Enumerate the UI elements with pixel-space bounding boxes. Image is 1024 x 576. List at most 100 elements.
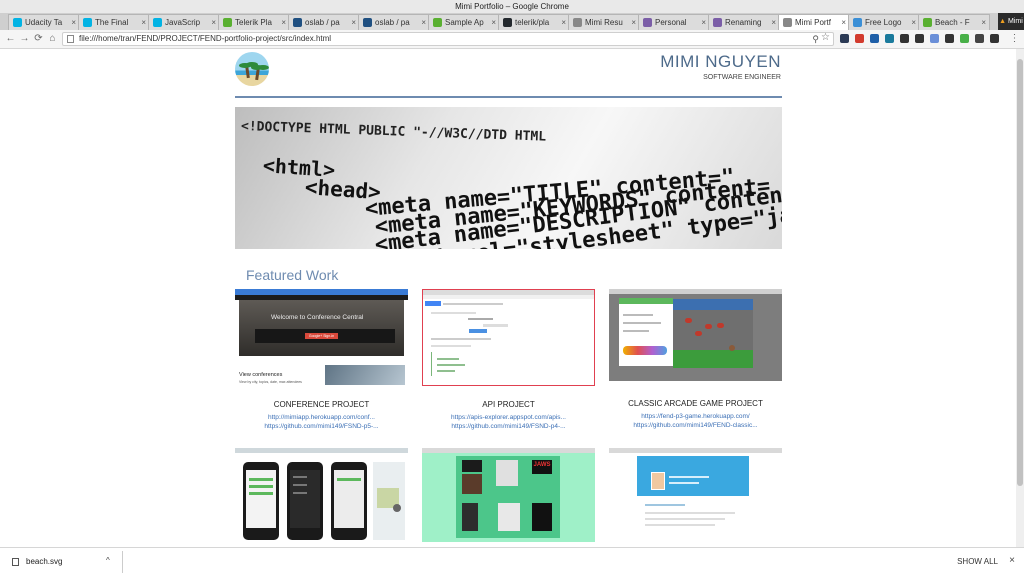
browser-tab[interactable]: Beach - F × <box>918 14 990 30</box>
project-github-link[interactable]: https://github.com/mimi149/FEND-classic.… <box>609 422 782 429</box>
extension-icon[interactable] <box>870 34 879 43</box>
tab-close-icon[interactable]: × <box>491 15 496 30</box>
project-thumbnail[interactable] <box>235 448 408 546</box>
profile-button[interactable]: ▲ Mimi <box>998 13 1024 30</box>
project-demo-link[interactable]: https://fend-p3-game.herokuapp.com/ <box>609 413 782 420</box>
tab-strip: Udacity Ta × The Final × JavaScrip × Telerik P… <box>0 13 1024 30</box>
page-title-name: MIMI NGUYEN <box>660 52 781 71</box>
extension-icon[interactable] <box>990 34 999 43</box>
beach-logo <box>235 52 269 86</box>
tab-favicon-icon <box>643 18 652 27</box>
tab-close-icon[interactable]: × <box>911 15 916 30</box>
tab-label: Sample Ap <box>445 18 484 27</box>
tab-label: Udacity Ta <box>25 18 63 27</box>
address-bar[interactable]: file:///home/tran/FEND/PROJECT/FEND-port… <box>62 32 834 46</box>
project-thumbnail[interactable]: Welcome to Conference Central Google+ Si… <box>235 289 408 385</box>
project-thumbnail[interactable] <box>422 289 595 386</box>
zoom-icon[interactable]: ⚲ <box>812 33 819 45</box>
tab-favicon-icon <box>13 18 22 27</box>
thumbnail-caption: View conferences <box>239 372 283 378</box>
tab-close-icon[interactable]: × <box>351 15 356 30</box>
tab-label: Beach - F <box>935 18 970 27</box>
forward-icon[interactable]: → <box>18 32 31 45</box>
project-demo-link[interactable]: http://mimiapp.herokuapp.com/conf... <box>235 414 408 421</box>
bookmark-star-icon[interactable]: ☆ <box>821 32 830 44</box>
tab-favicon-icon <box>573 18 582 27</box>
extension-icon[interactable] <box>855 34 864 43</box>
browser-tab[interactable]: Free Logo × <box>848 14 920 30</box>
project-thumbnail[interactable] <box>609 289 782 381</box>
tab-favicon-icon <box>503 18 512 27</box>
tab-close-icon[interactable]: × <box>561 15 566 30</box>
browser-tab[interactable]: Renaming × <box>708 14 780 30</box>
tab-favicon-icon <box>153 18 162 27</box>
tab-close-icon[interactable]: × <box>771 15 776 30</box>
tab-close-icon[interactable]: × <box>701 15 706 30</box>
project-github-link[interactable]: https://github.com/mimi149/FSND-p5-... <box>235 423 408 430</box>
tab-close-icon[interactable]: × <box>631 15 636 30</box>
browser-tab[interactable]: telerik/pla × <box>498 14 570 30</box>
browser-tab[interactable]: Mimi Resu × <box>568 14 640 30</box>
project-thumbnail[interactable]: JAWS <box>422 448 595 542</box>
chevron-up-icon[interactable]: ^ <box>106 556 110 565</box>
download-filename[interactable]: beach.svg <box>26 557 62 566</box>
project-github-link[interactable]: https://github.com/mimi149/FSND-p4-... <box>422 423 595 430</box>
extension-icon[interactable] <box>915 34 924 43</box>
page-scrollbar[interactable] <box>1016 49 1024 547</box>
scrollbar-thumb[interactable] <box>1017 59 1023 486</box>
tab-label: Renaming <box>725 18 762 27</box>
tab-close-icon[interactable]: × <box>211 15 216 30</box>
window-title: Mimi Portfolio – Google Chrome <box>0 0 1024 13</box>
tab-favicon-icon <box>713 18 722 27</box>
menu-icon[interactable]: ⋮ <box>1008 32 1021 45</box>
project-title: CONFERENCE PROJECT <box>273 400 370 409</box>
close-icon[interactable]: × <box>1009 555 1015 566</box>
browser-tab[interactable]: oslab / pa × <box>288 14 360 30</box>
browser-tab[interactable]: JavaScrip × <box>148 14 220 30</box>
extension-icon[interactable] <box>840 34 849 43</box>
home-icon[interactable]: ⌂ <box>46 32 59 45</box>
page-subtitle-role: SOFTWARE ENGINEER <box>703 74 781 81</box>
file-icon <box>67 35 74 43</box>
tab-favicon-icon <box>83 18 92 27</box>
project-demo-link[interactable]: https://apis-explorer.appspot.com/apis..… <box>422 414 595 421</box>
hero-code-line: <!DOCTYPE HTML PUBLIC "-//W3C//DTD HTML <box>240 119 547 145</box>
extension-icon[interactable] <box>930 34 939 43</box>
url-text: file:///home/tran/FEND/PROJECT/FEND-port… <box>79 34 332 43</box>
tab-label: Mimi Resu <box>585 18 623 27</box>
profile-label: Mimi <box>1008 18 1023 25</box>
show-all-button[interactable]: SHOW ALL <box>957 557 998 566</box>
tab-close-icon[interactable]: × <box>71 15 76 30</box>
tab-favicon-icon <box>853 18 862 27</box>
tab-label: Telerik Pla <box>235 18 272 27</box>
tab-label: Personal <box>655 18 687 27</box>
extension-icon[interactable] <box>975 34 984 43</box>
reload-icon[interactable]: ⟳ <box>32 32 45 45</box>
tab-close-icon[interactable]: × <box>141 15 146 30</box>
google-signin-button[interactable]: Google+ Sign-in <box>305 333 338 339</box>
project-thumbnail[interactable] <box>609 448 782 544</box>
tab-close-icon[interactable]: × <box>281 15 286 30</box>
web-page: MIMI NGUYEN SOFTWARE ENGINEER <!DOCTYPE … <box>0 49 1016 547</box>
back-icon[interactable]: ← <box>4 32 17 45</box>
tab-favicon-icon <box>923 18 932 27</box>
browser-tab[interactable]: Telerik Pla × <box>218 14 290 30</box>
tab-close-icon[interactable]: × <box>421 15 426 30</box>
browser-tab[interactable]: The Final × <box>78 14 150 30</box>
extension-icon[interactable] <box>900 34 909 43</box>
browser-tab[interactable]: Udacity Ta × <box>8 14 80 30</box>
download-bar: beach.svg ^ SHOW ALL × <box>0 547 1024 576</box>
browser-tab[interactable]: Personal × <box>638 14 710 30</box>
tab-favicon-icon <box>293 18 302 27</box>
tab-close-icon[interactable]: × <box>841 15 846 30</box>
browser-tab[interactable]: Sample Ap × <box>428 14 500 30</box>
hero-image: <!DOCTYPE HTML PUBLIC "-//W3C//DTD HTML <… <box>235 107 782 249</box>
tab-favicon-icon <box>433 18 442 27</box>
browser-tab[interactable]: oslab / pa × <box>358 14 430 30</box>
browser-tab[interactable]: Mimi Portf × <box>778 14 850 30</box>
tab-label: oslab / pa <box>375 18 410 27</box>
tab-close-icon[interactable]: × <box>981 15 986 30</box>
extension-icon[interactable] <box>885 34 894 43</box>
extension-icon[interactable] <box>960 34 969 43</box>
extension-icon[interactable] <box>945 34 954 43</box>
